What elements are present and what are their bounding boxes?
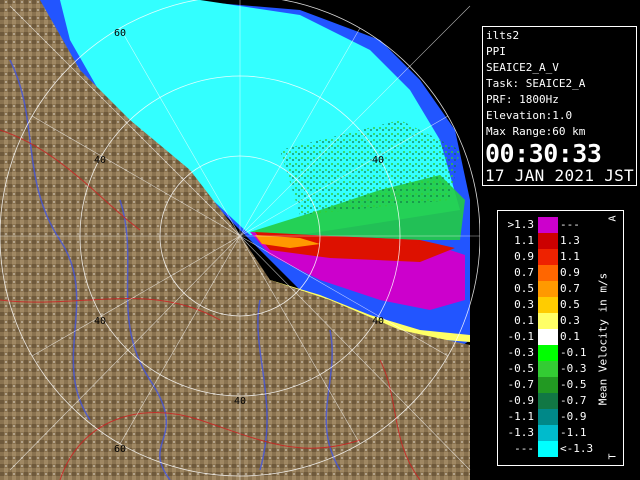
scan-time: 00:30:33 [485, 139, 602, 168]
prf-value: PRF: 1800Hz [486, 93, 559, 106]
legend-upper-bound: 1.3 [560, 234, 580, 247]
legend-upper-bound: -0.5 [560, 378, 587, 391]
legend-upper-bound: 0.3 [560, 314, 580, 327]
legend-row: -1.3 -1.1 [498, 425, 608, 441]
legend-bottom-mark: T [607, 453, 619, 460]
legend-row: >1.3 --- [498, 217, 608, 233]
legend-lower-bound: -0.1 [507, 330, 535, 343]
ring-label-40-se: 40 [372, 316, 384, 327]
legend-upper-bound: <-1.3 [560, 442, 594, 455]
legend-color-swatch [538, 377, 558, 393]
radar-name: ilts2 [486, 29, 520, 42]
legend-top-mark: A [607, 215, 619, 222]
scan-info-box: ilts2 PPI SEAICE2_A_V Task: SEAICE2_A PR… [482, 26, 637, 186]
legend-lower-bound: -1.3 [507, 426, 535, 439]
legend-lower-bound: 0.1 [514, 314, 534, 327]
legend-row: 0.1 0.3 [498, 313, 608, 329]
legend-lower-bound: -0.5 [507, 362, 535, 375]
legend-color-swatch [538, 393, 558, 409]
legend-row: 0.5 0.7 [498, 281, 608, 297]
task-name: Task: SEAICE2_A [486, 77, 586, 90]
max-range-value: Max Range:60 km [486, 125, 586, 138]
legend-color-swatch [538, 425, 558, 441]
ring-label-60-nw: 60 [114, 28, 126, 39]
legend-row: --- <-1.3 [498, 441, 608, 457]
ring-label-40-s: 40 [234, 396, 246, 407]
legend-upper-bound: -0.1 [560, 346, 587, 359]
legend-upper-bound: 0.7 [560, 282, 580, 295]
legend-color-swatch [538, 265, 558, 281]
legend-color-swatch [538, 409, 558, 425]
legend-color-swatch [538, 217, 558, 233]
legend-lower-bound: 1.1 [514, 234, 534, 247]
legend-lower-bound: -1.1 [507, 410, 535, 423]
legend-color-swatch [538, 297, 558, 313]
legend-upper-bound: 0.9 [560, 266, 580, 279]
ring-label-40-e: 40 [372, 155, 384, 166]
legend-upper-bound: -1.1 [560, 426, 587, 439]
legend-upper-bound: 1.1 [560, 250, 580, 263]
legend-lower-bound: 0.3 [514, 298, 534, 311]
legend-row: 0.3 0.5 [498, 297, 608, 313]
legend-upper-bound: 0.1 [560, 330, 580, 343]
legend-row: 1.1 1.3 [498, 233, 608, 249]
legend-lower-bound: >1.3 [507, 218, 535, 231]
legend-title: Mean Velocity in m/s [596, 272, 610, 406]
velocity-legend: >1.3 --- 1.1 1.3 0.9 1.1 0.7 0.9 0.5 0.7 0.3 0.5 0.1… [497, 210, 624, 466]
legend-upper-bound: --- [560, 218, 580, 231]
legend-row: 0.7 0.9 [498, 265, 608, 281]
legend-upper-bound: 0.5 [560, 298, 580, 311]
legend-row: -0.9 -0.7 [498, 393, 608, 409]
radar-ppi-view[interactable]: 60 40 40 40 40 40 60 [0, 0, 480, 480]
legend-color-swatch [538, 361, 558, 377]
legend-row: -0.5 -0.3 [498, 361, 608, 377]
legend-row: 0.9 1.1 [498, 249, 608, 265]
elevation-value: Elevation:1.0 [486, 109, 573, 122]
ring-label-40-sw: 40 [94, 316, 106, 327]
legend-upper-bound: -0.3 [560, 362, 587, 375]
product-name: SEAICE2_A_V [486, 61, 559, 74]
legend-lower-bound: -0.3 [507, 346, 535, 359]
scan-date: 17 JAN 2021 JST [485, 166, 634, 185]
ring-label-40-w: 40 [94, 155, 106, 166]
ring-label-60-sw: 60 [114, 444, 126, 455]
legend-lower-bound: 0.5 [514, 282, 534, 295]
legend-color-swatch [538, 249, 558, 265]
legend-lower-bound: 0.7 [514, 266, 534, 279]
legend-lower-bound: --- [514, 442, 534, 455]
legend-row: -0.3 -0.1 [498, 345, 608, 361]
radar-map-svg: 60 40 40 40 40 40 60 [0, 0, 480, 480]
legend-color-swatch [538, 329, 558, 345]
legend-color-swatch [538, 313, 558, 329]
scan-mode: PPI [486, 45, 506, 58]
legend-row: -1.1 -0.9 [498, 409, 608, 425]
legend-upper-bound: -0.7 [560, 394, 587, 407]
legend-upper-bound: -0.9 [560, 410, 587, 423]
legend-row: -0.1 0.1 [498, 329, 608, 345]
legend-lower-bound: -0.7 [507, 378, 535, 391]
legend-lower-bound: -0.9 [507, 394, 535, 407]
legend-color-swatch [538, 233, 558, 249]
legend-color-swatch [538, 441, 558, 457]
legend-row: -0.7 -0.5 [498, 377, 608, 393]
legend-color-swatch [538, 345, 558, 361]
legend-color-swatch [538, 281, 558, 297]
side-panel: ilts2 PPI SEAICE2_A_V Task: SEAICE2_A PR… [480, 0, 640, 480]
legend-lower-bound: 0.9 [514, 250, 534, 263]
